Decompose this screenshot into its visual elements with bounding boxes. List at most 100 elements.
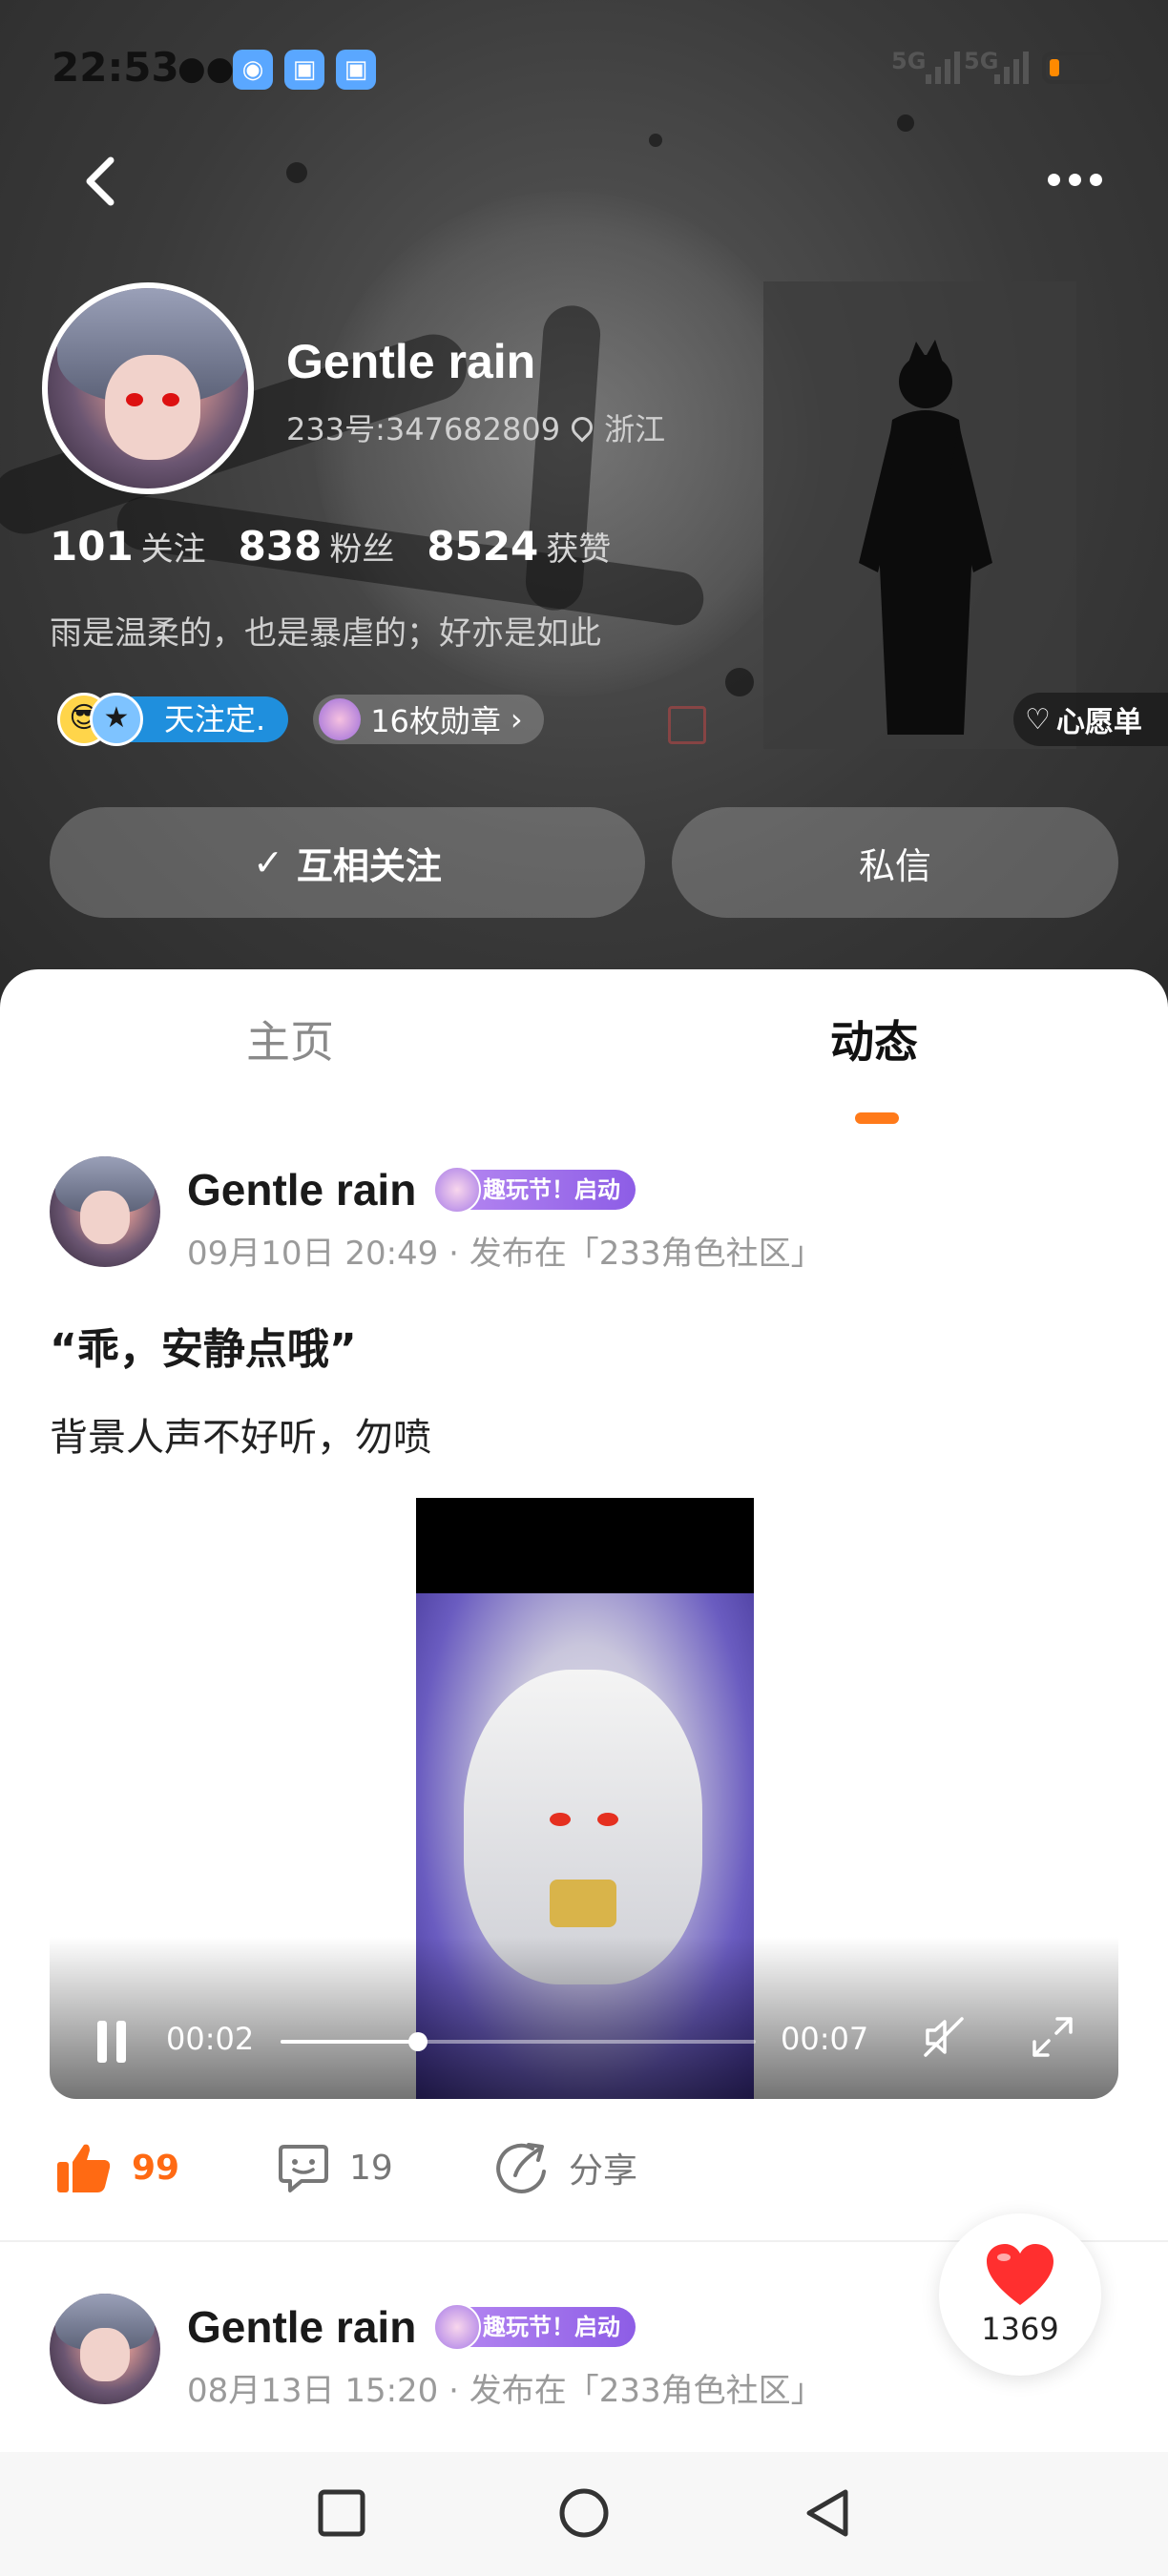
active-tab-indicator [855, 1112, 899, 1124]
video-progress-slider[interactable] [281, 2032, 756, 2051]
post-author-name[interactable]: Gentle rain [187, 2301, 416, 2353]
mutual-follow-button[interactable]: ✓ 互相关注 [50, 807, 645, 918]
comment-count: 19 [349, 2148, 393, 2188]
title-badge[interactable]: 😎 ★ 天注定. [57, 693, 289, 746]
stat-value: 101 [50, 523, 134, 570]
post-body-text: 背景人声不好听，勿喷 [50, 1416, 431, 1460]
chevron-right-icon: › [510, 701, 523, 737]
stat-followers[interactable]: 838 粉丝 [239, 523, 395, 570]
event-icon [433, 1166, 481, 1214]
home-button[interactable] [557, 2486, 611, 2540]
ink-dot [897, 114, 914, 132]
profile-id-line: 233号:347682809 浙江 [286, 405, 665, 449]
back-button[interactable] [74, 153, 132, 210]
status-bar: 22:53 ●● ◉ ▣ ▣ 5G 5G [0, 38, 1168, 95]
post-author-avatar[interactable] [50, 1156, 160, 1267]
pause-bar [97, 2021, 107, 2063]
app-notification-icon: ▣ [284, 50, 324, 90]
stat-likes[interactable]: 8524 获赞 [427, 523, 611, 570]
pause-button[interactable] [97, 2021, 136, 2063]
profile-location: 浙江 [604, 411, 666, 447]
avatar-eye [162, 393, 179, 406]
message-button-label: 私信 [858, 844, 931, 887]
event-badge[interactable]: 趣玩节！启动 [433, 2303, 636, 2351]
video-progress-fill [281, 2040, 419, 2044]
avatar-eye [126, 393, 143, 406]
checkmark-icon: ✓ [253, 841, 283, 883]
wishlist-label: 心愿单 [1055, 706, 1142, 739]
star-emoji-icon: ★ [90, 693, 143, 746]
signal-icon [926, 52, 960, 84]
event-badge[interactable]: 趣玩节！启动 [433, 1166, 636, 1214]
medal-icon [319, 698, 362, 740]
share-button[interactable]: 分享 [494, 2141, 637, 2194]
comment-button[interactable]: 19 [277, 2141, 393, 2194]
post-author-name[interactable]: Gentle rain [187, 1164, 416, 1215]
heart-icon [987, 2244, 1053, 2305]
video-character-ornament [550, 1880, 616, 1927]
tab-feed[interactable]: 动态 [830, 1008, 918, 1070]
heart-outline-icon: ♡ [1025, 702, 1051, 737]
event-icon [433, 2303, 481, 2351]
profile-bio: 雨是温柔的，也是暴虐的；好亦是如此 [50, 614, 601, 653]
dot [1069, 173, 1081, 186]
profile-avatar[interactable] [42, 282, 254, 494]
status-time: 22:53 [52, 44, 179, 91]
post-meta: 09月10日 20:49 · 发布在「233角色社区」 [187, 1235, 824, 1273]
red-seal-stamp [668, 706, 706, 744]
stat-value: 838 [238, 523, 323, 570]
title-badge-label: 天注定. [126, 696, 289, 742]
profile-stats: 101 关注 838 粉丝 8524 获赞 [50, 523, 611, 570]
app-notification-icon: ▣ [336, 50, 376, 90]
video-total-time: 00:07 [781, 2021, 869, 2057]
more-options-button[interactable] [1048, 160, 1115, 198]
wishlist-button[interactable]: ♡ 心愿单 [1013, 693, 1168, 746]
wechat-icon: ●● [177, 50, 235, 88]
back-nav-button[interactable] [802, 2486, 855, 2540]
private-message-button[interactable]: 私信 [672, 807, 1118, 918]
ink-dot [286, 162, 307, 183]
follow-button-label: 互相关注 [296, 844, 442, 887]
ink-dot [725, 668, 754, 696]
signal-icon [994, 52, 1029, 84]
stat-value: 8524 [427, 523, 539, 570]
post-video-player[interactable]: 00:02 00:07 [50, 1498, 1118, 2099]
profile-tabs: 主页 动态 [0, 1008, 1168, 1124]
recent-apps-button[interactable] [315, 2486, 368, 2540]
app-notification-icon: ◉ [233, 50, 273, 90]
avatar-face [80, 1191, 130, 1244]
post-actions: 99 19 分享 [0, 2131, 1168, 2217]
like-count: 99 [132, 2148, 180, 2188]
share-icon [496, 2143, 546, 2193]
video-character-eye [550, 1813, 571, 1826]
dot [1090, 173, 1102, 186]
video-character-eye [597, 1813, 618, 1826]
tab-home[interactable]: 主页 [246, 1008, 334, 1070]
post-meta: 08月13日 15:20 · 发布在「233角色社区」 [187, 2372, 824, 2410]
like-button[interactable]: 99 [55, 2141, 179, 2194]
battery-icon [1042, 52, 1120, 84]
pause-bar [116, 2021, 126, 2063]
event-badge-label: 趣玩节！启动 [483, 1176, 620, 1203]
signal-5g-label: 5G [891, 48, 927, 74]
location-icon [567, 412, 597, 443]
avatar-face [105, 355, 200, 460]
fullscreen-button[interactable] [1031, 2015, 1074, 2059]
ink-dot [649, 134, 662, 147]
dot [1048, 173, 1060, 186]
post-author-avatar[interactable] [50, 2294, 160, 2404]
stat-following[interactable]: 101 关注 [50, 523, 206, 570]
video-current-time: 00:02 [166, 2021, 255, 2057]
floating-like-button[interactable]: 1369 [939, 2213, 1101, 2376]
stat-label: 获赞 [546, 530, 612, 569]
character-silhouette [859, 340, 992, 735]
medal-badge-label: 16枚勋章 [370, 703, 501, 739]
event-badge-label: 趣玩节！启动 [483, 2314, 620, 2340]
profile-username: Gentle rain [286, 335, 536, 388]
mute-button[interactable] [920, 2013, 968, 2061]
profile-badges: 😎 ★ 天注定. 16枚勋章 › [57, 689, 544, 750]
floating-like-count: 1369 [981, 2311, 1059, 2347]
comment-icon [279, 2145, 328, 2192]
share-label: 分享 [569, 2151, 638, 2191]
medal-badge[interactable]: 16枚勋章 › [313, 695, 544, 744]
